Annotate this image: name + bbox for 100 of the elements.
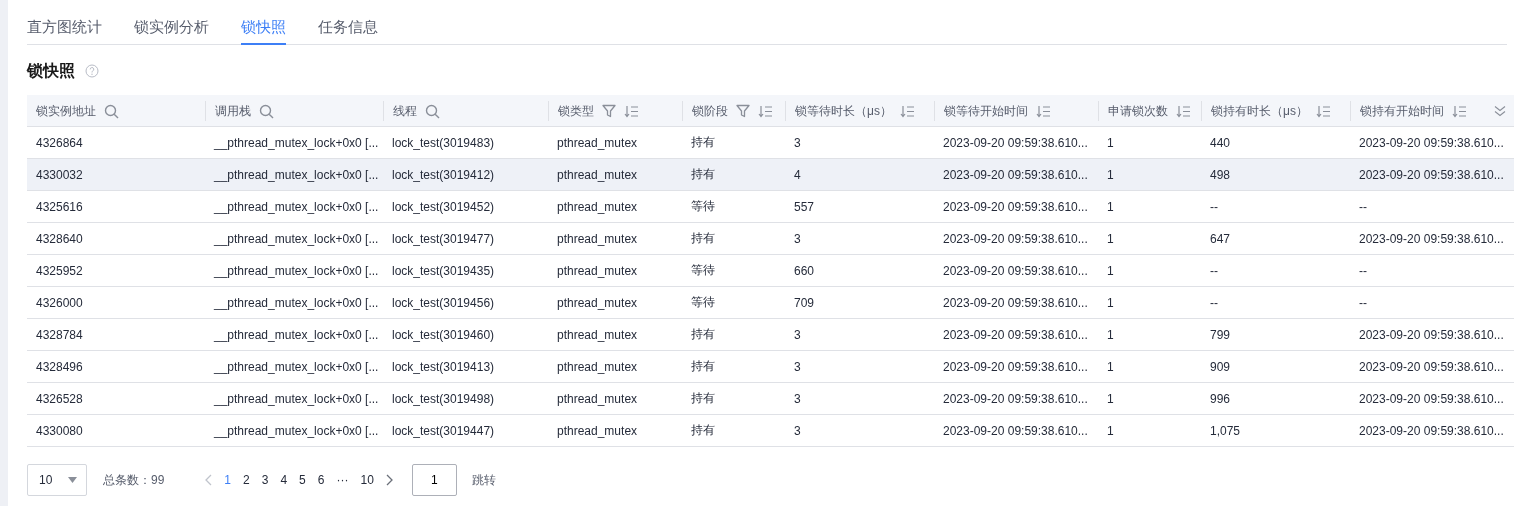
expand-icon[interactable] (1494, 105, 1506, 117)
table-cell: lock_test(3019412) (392, 167, 495, 182)
table-cell: -- (1359, 263, 1367, 278)
caret-icon (68, 477, 77, 483)
help-icon[interactable] (85, 64, 99, 78)
table-cell: pthread_mutex (557, 199, 638, 214)
table-cell: 1 (1107, 135, 1114, 150)
column-header: 调用栈 (215, 102, 251, 120)
table-cell: 1 (1107, 391, 1114, 406)
page-link[interactable]: 4 (275, 473, 293, 487)
previous-page-icon[interactable] (204, 474, 213, 486)
table-row[interactable]: 4330080 __pthread_mutex_lock+0x0 [... lock_test(3019447) pthread_mutex 持有 3 2023-09-20 09:59:38.610... 1 1,075 2023-09-20 09:59:38.610... (27, 415, 1514, 447)
sort-icon[interactable] (1036, 104, 1051, 118)
sort-icon[interactable] (758, 104, 773, 118)
table-cell: 799 (1210, 327, 1231, 342)
sort-icon[interactable] (1452, 104, 1467, 118)
table-cell: pthread_mutex (557, 263, 638, 278)
table-cell: 1 (1107, 423, 1114, 438)
table-row[interactable]: 4328640 __pthread_mutex_lock+0x0 [... lock_test(3019477) pthread_mutex 持有 3 2023-09-20 09:59:38.610... 1 647 2023-09-20 09:59:38.610... (27, 223, 1514, 255)
table-cell: lock_test(3019452) (392, 199, 495, 214)
table-cell: 持有 (691, 135, 715, 149)
column-header: 申请锁次数 (1108, 102, 1168, 120)
table-cell: pthread_mutex (557, 423, 638, 438)
table-cell: lock_test(3019477) (392, 231, 495, 246)
table-cell: 647 (1210, 231, 1231, 246)
table-cell: 2023-09-20 09:59:38.610... (1359, 327, 1504, 342)
page-link[interactable]: 10 (355, 473, 379, 487)
table-cell: 等待 (691, 263, 715, 277)
table-cell: __pthread_mutex_lock+0x0 [... (214, 391, 379, 406)
page-link[interactable]: 2 (238, 473, 255, 487)
search-icon[interactable] (104, 103, 119, 119)
tab[interactable]: 任务信息 (318, 0, 378, 45)
table-cell: __pthread_mutex_lock+0x0 [... (214, 423, 379, 438)
page-size-select[interactable]: 10 (27, 464, 87, 496)
table-row[interactable]: 4328784 __pthread_mutex_lock+0x0 [... lock_test(3019460) pthread_mutex 持有 3 2023-09-20 09:59:38.610... 1 799 2023-09-20 09:59:38.610... (27, 319, 1514, 351)
sort-icon[interactable] (899, 104, 915, 118)
table-cell: pthread_mutex (557, 327, 638, 342)
table-row[interactable]: 4328496 __pthread_mutex_lock+0x0 [... lock_test(3019413) pthread_mutex 持有 3 2023-09-20 09:59:38.610... 1 909 2023-09-20 09:59:38.610... (27, 351, 1514, 383)
page-link[interactable]: 6 (312, 473, 330, 487)
table-cell: __pthread_mutex_lock+0x0 [... (214, 263, 379, 278)
table-cell: pthread_mutex (557, 167, 638, 182)
table-cell: 2023-09-20 09:59:38.610... (943, 423, 1088, 438)
page-link[interactable]: 1 (219, 473, 237, 487)
table-cell: 4326528 (36, 391, 83, 406)
page-link[interactable]: 5 (294, 473, 311, 487)
page-link[interactable]: 3 (256, 473, 274, 487)
page-input[interactable]: 1 (411, 464, 457, 496)
tab[interactable]: 锁快照 (241, 0, 286, 45)
table-cell: 4330080 (36, 423, 83, 438)
table-cell: 2023-09-20 09:59:38.610... (1359, 167, 1504, 182)
table-cell: 4325616 (36, 199, 83, 214)
jump-link[interactable]: 跳转 (471, 471, 496, 489)
table-cell: pthread_mutex (557, 135, 638, 150)
sort-icon[interactable] (1315, 104, 1331, 118)
next-page-icon[interactable] (385, 474, 394, 486)
table-cell: 1 (1107, 263, 1114, 278)
tab[interactable]: 直方图统计 (27, 0, 102, 45)
table-cell: lock_test(3019435) (392, 263, 495, 278)
table-row[interactable]: 4326528 __pthread_mutex_lock+0x0 [... lock_test(3019498) pthread_mutex 持有 3 2023-09-20 09:59:38.610... 1 996 2023-09-20 09:59:38.610... (27, 383, 1514, 415)
table-cell: 4328784 (36, 327, 83, 342)
tab[interactable]: 锁实例分析 (134, 0, 209, 45)
table-cell: 持有 (691, 359, 715, 373)
table-cell: 2023-09-20 09:59:38.610... (943, 359, 1088, 374)
table-cell: 3 (794, 231, 801, 246)
table-cell: 3 (794, 359, 801, 374)
table-cell: -- (1210, 295, 1218, 310)
sort-icon[interactable] (1176, 104, 1191, 118)
table-cell: 1 (1107, 359, 1114, 374)
table-cell: 996 (1210, 391, 1231, 406)
table-cell: 4 (794, 167, 801, 182)
table-cell: -- (1359, 199, 1367, 214)
search-icon[interactable] (259, 103, 274, 119)
filter-icon[interactable] (736, 104, 750, 118)
page-link[interactable]: ··· (331, 473, 354, 487)
table-cell: lock_test(3019447) (392, 423, 495, 438)
table-cell: 2023-09-20 09:59:38.610... (943, 263, 1088, 278)
table-cell: pthread_mutex (557, 359, 638, 374)
table-cell: 709 (794, 295, 815, 310)
table-row[interactable]: 4330032 __pthread_mutex_lock+0x0 [... lock_test(3019412) pthread_mutex 持有 4 2023-09-20 09:59:38.610... 1 498 2023-09-20 09:59:38.610... (27, 159, 1514, 191)
column-header: 锁类型 (558, 102, 594, 120)
table-cell: 持有 (691, 327, 715, 341)
filter-icon[interactable] (602, 104, 616, 118)
table-cell: 498 (1210, 167, 1231, 182)
column-header: 锁阶段 (692, 102, 728, 120)
table-row[interactable]: 4326000 __pthread_mutex_lock+0x0 [... lock_test(3019456) pthread_mutex 等待 709 2023-09-20 09:59:38.610... 1 -- -- (27, 287, 1514, 319)
table-row[interactable]: 4325616 __pthread_mutex_lock+0x0 [... lock_test(3019452) pthread_mutex 等待 557 2023-09-20 09:59:38.610... 1 -- -- (27, 191, 1514, 223)
search-icon[interactable] (425, 103, 440, 119)
table-cell: 1 (1107, 327, 1114, 342)
table-row[interactable]: 4325952 __pthread_mutex_lock+0x0 [... lock_test(3019435) pthread_mutex 等待 660 2023-09-20 09:59:38.610... 1 -- -- (27, 255, 1514, 287)
sort-icon[interactable] (624, 104, 639, 118)
table-cell: 2023-09-20 09:59:38.610... (943, 199, 1088, 214)
table-cell: __pthread_mutex_lock+0x0 [... (214, 295, 379, 310)
table-cell: 持有 (691, 231, 715, 245)
table-cell: 2023-09-20 09:59:38.610... (1359, 391, 1504, 406)
column-header: 锁等待时长（μs） (795, 102, 892, 120)
table-cell: 2023-09-20 09:59:38.610... (943, 167, 1088, 182)
column-header: 锁实例地址 (36, 102, 96, 120)
column-header: 锁等待开始时间 (944, 102, 1028, 120)
table-cell: 1,075 (1210, 423, 1241, 438)
table-cell: 3 (794, 391, 801, 406)
